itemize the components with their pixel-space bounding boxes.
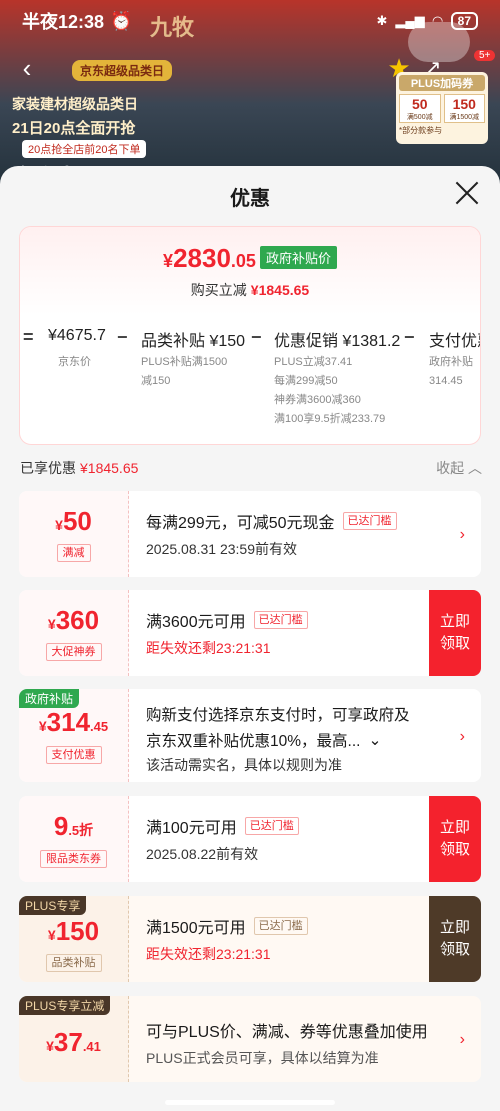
coupon-validity: 2025.08.22前有效 bbox=[146, 846, 259, 862]
alarm-icon: ⏰ bbox=[110, 10, 133, 31]
sheet-title: 优惠 bbox=[230, 188, 270, 210]
breakdown-jd-price-sub: 京东价 bbox=[58, 356, 91, 368]
coupon-note: 该活动需实名，具体以规则为准 bbox=[146, 757, 342, 773]
coupon-note: PLUS正式会员可享，具体以结算为准 bbox=[146, 1050, 379, 1066]
coupon-title: 满100元可用 bbox=[146, 820, 237, 837]
minus-sign: − bbox=[251, 327, 262, 347]
threshold-reached-badge: 已达门槛 bbox=[244, 817, 299, 835]
threshold-reached-badge: 已达门槛 bbox=[253, 917, 308, 935]
coupon-type-badge: 限品类东券 bbox=[40, 849, 107, 868]
gov-subsidy-tag: 政府补贴 bbox=[19, 689, 80, 708]
threshold-reached-badge: 已达门槛 bbox=[253, 611, 308, 629]
coupon-type-badge: 品类补贴 bbox=[45, 954, 102, 972]
price-breakdown[interactable]: = ¥4675.7 京东价 − 品类补贴 ¥150 PLUS补贴满1500 减1… bbox=[20, 327, 480, 444]
minus-sign: − bbox=[404, 327, 415, 347]
plus-ad-title: PLUS加码券 bbox=[399, 75, 485, 91]
chevron-right-icon[interactable]: › bbox=[460, 1031, 465, 1049]
discount-sheet: 优惠 ¥2830.05 政府补贴价 购买立减 ¥1845.65 = ¥4675.7… bbox=[0, 166, 500, 1111]
claim-button[interactable]: 立即领取 bbox=[429, 796, 481, 882]
claim-button[interactable]: 立即领取 bbox=[429, 896, 481, 982]
breakdown-promotion-sub3: 神券满3600减360 bbox=[274, 394, 361, 406]
chevron-right-icon[interactable]: › bbox=[460, 526, 465, 544]
coupon-title: 满1500元可用 bbox=[146, 920, 246, 937]
coupon-card-full-reduction[interactable]: ¥50 满减 每满299元，可减50元现金 已达门槛 2025.08.31 23:… bbox=[19, 491, 481, 577]
coupon-countdown: 距失效还剩23:21:31 bbox=[146, 640, 271, 656]
coupon-type-badge: 支付优惠 bbox=[45, 746, 102, 764]
coupon-title: 可与PLUS价、满减、券等优惠叠加使用 bbox=[146, 1024, 428, 1041]
coupon-card-payment[interactable]: 政府补贴 ¥314.45 支付优惠 购新支付选择京东支付时，可享政府及 京东双重… bbox=[19, 689, 481, 782]
coupon-amount-block: ¥360 大促神券 bbox=[19, 590, 129, 676]
plus-exclusive-tag: PLUS专享 bbox=[19, 896, 87, 915]
breakdown-category-sub2: 减150 bbox=[141, 375, 171, 387]
breakdown-payment: 支付优惠 bbox=[429, 333, 480, 350]
coupon-type-badge: 大促神券 bbox=[45, 643, 102, 661]
close-icon[interactable] bbox=[454, 180, 480, 206]
breakdown-promotion-sub2: 每满299减50 bbox=[274, 375, 338, 387]
cart-count-badge: 5+ bbox=[474, 50, 496, 61]
final-price: ¥2830.05 bbox=[163, 243, 256, 273]
coupon-amount-block: 9.5折 限品类东券 bbox=[19, 796, 129, 882]
coupon-amount-block: ¥50 满减 bbox=[19, 491, 129, 577]
battery-icon: 87 bbox=[450, 12, 478, 30]
plus-ad-coupon-150: 150 满1500减 bbox=[443, 94, 485, 123]
coupon-title: 购新支付选择京东支付时，可享政府及 bbox=[146, 707, 410, 724]
claim-button[interactable]: 立即领取 bbox=[429, 590, 481, 676]
coupon-card-promo-voucher[interactable]: ¥360 大促神券 满3600元可用 已达门槛 距失效还剩23:21:31 立即领… bbox=[19, 590, 481, 676]
banner-badge: 京东超级品类日 bbox=[72, 60, 173, 81]
signal-icon: ▂▄▆ bbox=[395, 13, 425, 28]
promo-banner[interactable]: 京东超级品类日 家装建材超级品类日 21日20点全面开抢 20点抢全店前20名下… bbox=[12, 60, 192, 190]
enjoyed-amount: ¥1845.65 bbox=[80, 460, 139, 476]
plus-ad-note: *部分款参与 bbox=[399, 126, 443, 135]
banner-line1: 家装建材超级品类日 bbox=[12, 96, 138, 112]
coupon-card-plus-category[interactable]: PLUS专享 ¥150 品类补贴 满1500元可用 已达门槛 距失效还剩23:21… bbox=[19, 896, 481, 982]
coupon-title: 满3600元可用 bbox=[146, 614, 246, 631]
bluetooth-icon: ✱ bbox=[376, 13, 388, 28]
gov-subsidy-tag: 政府补贴价 bbox=[259, 246, 337, 269]
chevron-right-icon[interactable]: › bbox=[460, 728, 465, 746]
breakdown-promotion-sub4: 满100享9.5折减233.79 bbox=[274, 413, 386, 425]
breakdown-payment-sub1: 政府补贴 bbox=[429, 356, 473, 368]
coupon-card-category[interactable]: 9.5折 限品类东券 满100元可用 已达门槛 2025.08.22前有效 立即领… bbox=[19, 796, 481, 882]
plus-exclusive-instant-tag: PLUS专享立减 bbox=[19, 996, 111, 1015]
minus-sign: − bbox=[117, 327, 128, 347]
equals-sign: = bbox=[23, 327, 34, 347]
coupon-title: 每满299元，可减50元现金 bbox=[146, 515, 335, 532]
coupon-card-plus-instant[interactable]: PLUS专享立减 ¥37.41 可与PLUS价、满减、券等优惠叠加使用 PLUS… bbox=[19, 996, 481, 1082]
coupon-type-badge: 满减 bbox=[56, 544, 91, 562]
breakdown-category-subsidy: 品类补贴 ¥150 bbox=[141, 333, 246, 350]
breakdown-jd-price: ¥4675.7 bbox=[48, 327, 106, 344]
buy-discount: 购买立减 ¥1845.65 bbox=[190, 282, 310, 298]
breakdown-promotion-sub1: PLUS立减37.41 bbox=[274, 356, 353, 368]
collapse-button[interactable]: 收起 ︿ bbox=[436, 458, 482, 478]
status-time: 半夜12:38 bbox=[22, 12, 105, 32]
coupon-countdown: 距失效还剩23:21:31 bbox=[146, 946, 271, 962]
breakdown-promotion: 优惠促销 ¥1381.2 bbox=[274, 333, 401, 350]
home-indicator[interactable] bbox=[165, 1100, 335, 1105]
breakdown-category-sub1: PLUS补贴满1500 bbox=[141, 356, 228, 368]
banner-line3: 20点抢全店前20名下单 bbox=[22, 140, 147, 158]
wifi-icon: ◠ bbox=[432, 13, 443, 28]
coupon-validity: 2025.08.31 23:59前有效 bbox=[146, 541, 297, 557]
threshold-reached-badge: 已达门槛 bbox=[342, 512, 397, 530]
plus-coupon-ad[interactable]: PLUS加码券 50 满500减 150 满1500减 *部分款参与 bbox=[396, 72, 488, 144]
banner-line2: 21日20点全面开抢 bbox=[12, 120, 136, 137]
enjoyed-discount-header: 已享优惠 ¥1845.65 收起 ︿ bbox=[20, 458, 482, 478]
breakdown-payment-sub2: 314.45 bbox=[429, 375, 463, 387]
plus-ad-coupon-50: 50 满500减 bbox=[399, 94, 441, 123]
status-bar: 半夜12:38 ⏰ ✱ ▂▄▆ ◠ 87 bbox=[0, 0, 500, 42]
coupon-title-line2: 京东双重补贴优惠10%，最高... ⌄ bbox=[146, 731, 382, 751]
price-summary: ¥2830.05 政府补贴价 购买立减 ¥1845.65 = ¥4675.7 京东… bbox=[19, 226, 481, 445]
expand-icon[interactable]: ⌄ bbox=[368, 731, 381, 750]
